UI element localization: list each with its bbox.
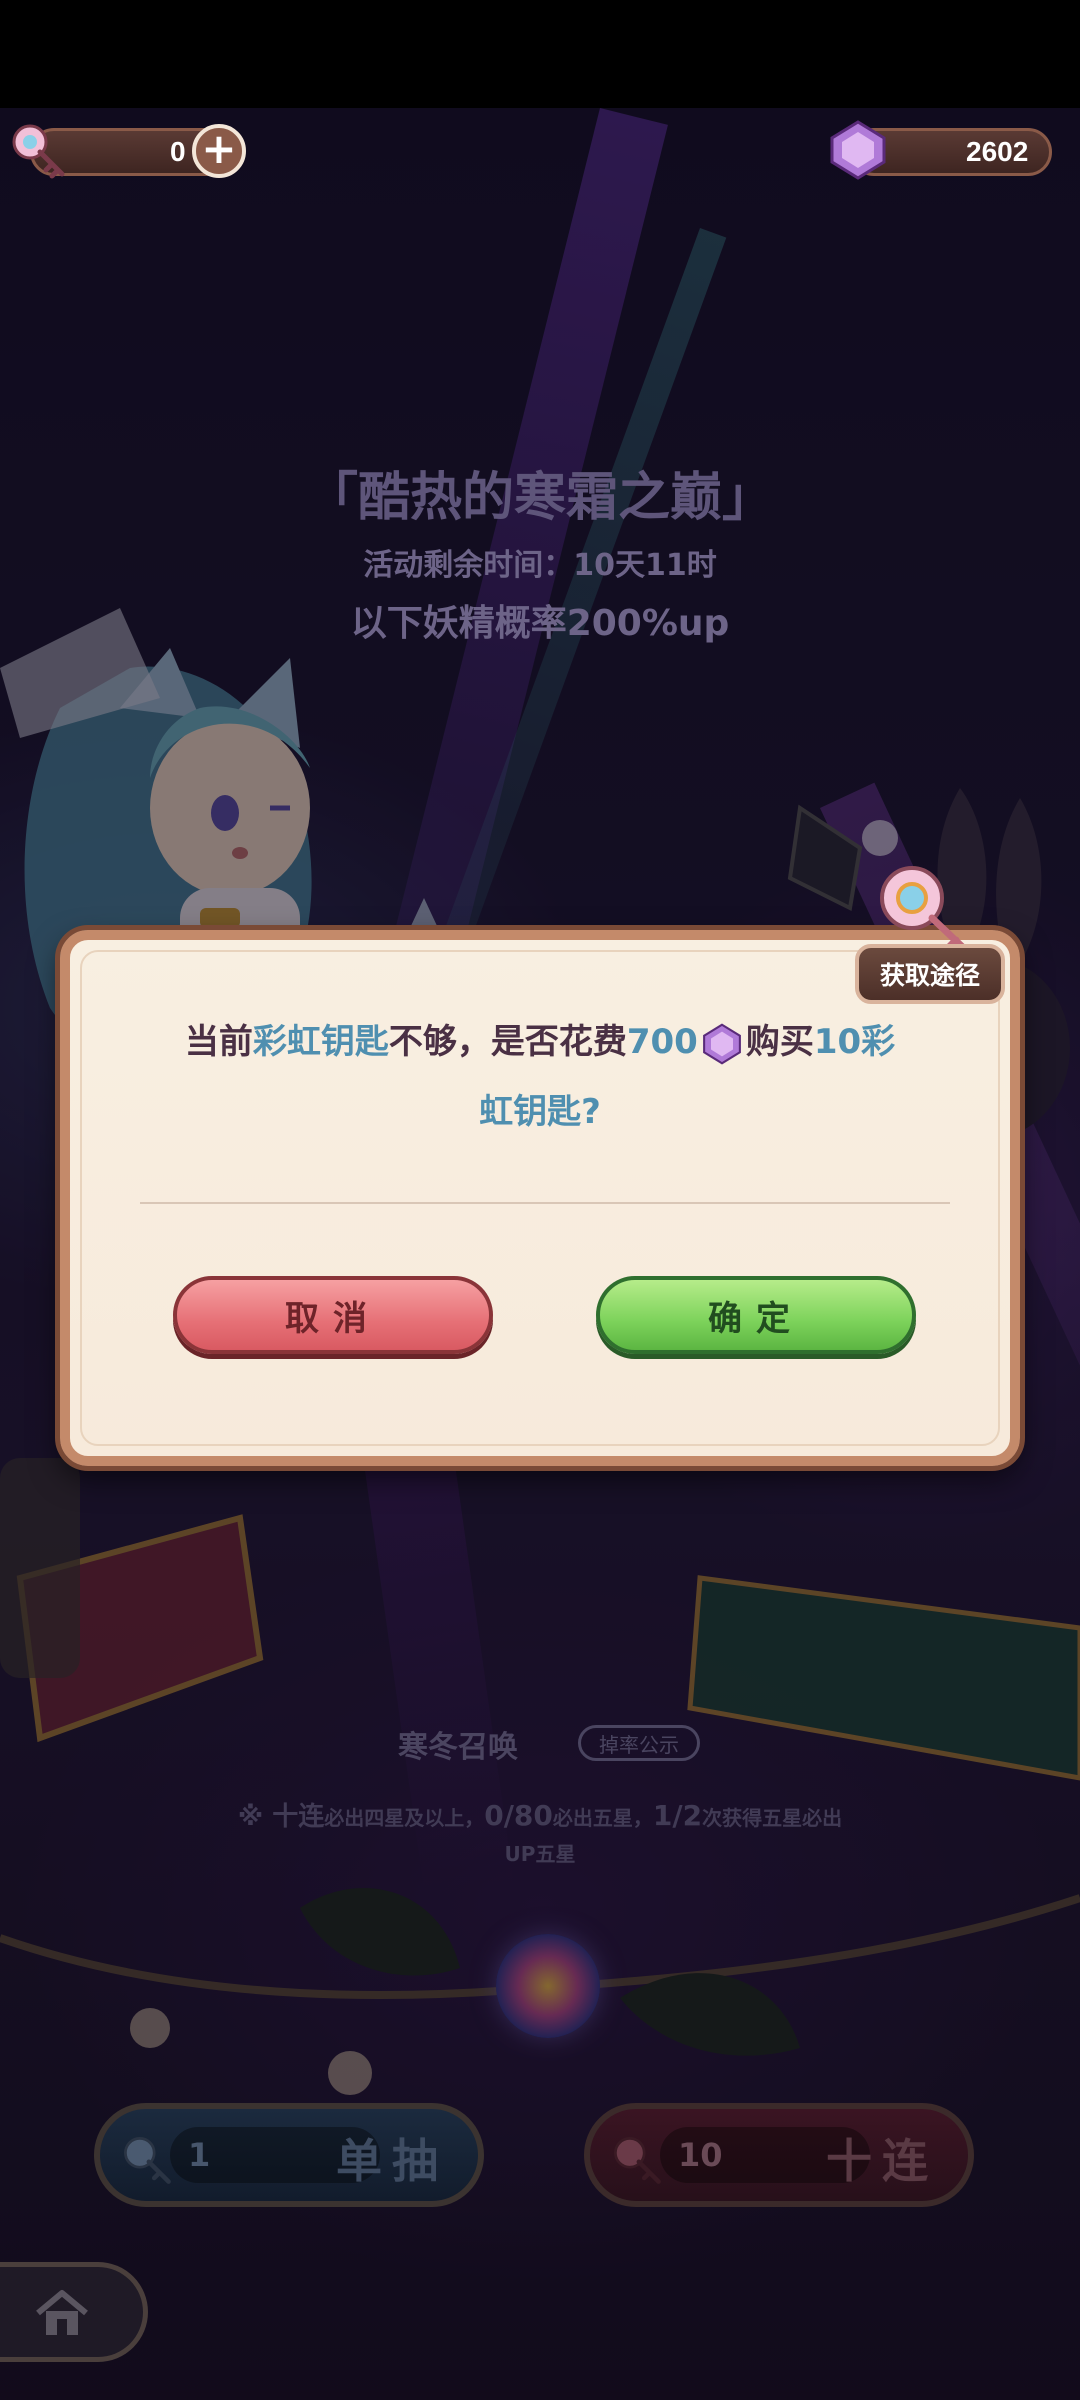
rainbow-key-count: 0	[170, 136, 186, 167]
message-text: 当前	[184, 1022, 253, 1062]
message-quantity: 10彩	[813, 1022, 896, 1062]
rainbow-key-icon	[614, 2137, 661, 2184]
event-title: 「酷热的寒霜之巅」	[305, 468, 774, 528]
rate-disclosure-button[interactable]: 掉率公示	[578, 1725, 700, 1761]
rainbow-key-icon	[124, 2137, 171, 2184]
gem-icon	[830, 120, 886, 180]
summon-rule-line2: UP五星	[504, 1842, 576, 1866]
event-time-remaining: 活动剩余时间：10天11时	[363, 548, 717, 583]
rule-pity-count: 0/80	[484, 1799, 553, 1832]
home-button[interactable]	[0, 2262, 148, 2362]
home-icon	[36, 2290, 88, 2335]
cancel-button[interactable]: 取消	[173, 1276, 493, 1354]
plus-icon: +	[201, 124, 237, 173]
single-draw-button[interactable]: 1 单抽	[94, 2103, 484, 2207]
books-decoration	[0, 1458, 1080, 1781]
message-cost: 700	[626, 1022, 698, 1062]
dialog-message: 当前彩虹钥匙不够，是否花费700 购买10彩	[130, 1012, 950, 1072]
status-bar	[0, 0, 1080, 108]
single-draw-label: 单抽	[336, 2134, 448, 2188]
ten-draw-button[interactable]: 10 十连	[584, 2103, 974, 2207]
rainbow-key-icon	[12, 124, 65, 179]
confirm-button[interactable]: 确定	[596, 1276, 916, 1354]
event-rate-up-text: 以下妖精概率200%up	[350, 603, 730, 644]
dialog-divider	[140, 1202, 950, 1204]
purchase-confirm-dialog: 当前彩虹钥匙不够，是否花费700 购买10彩 虹钥匙? 取消 确定	[60, 930, 1020, 1466]
summon-orb	[496, 1934, 600, 2038]
message-text: 购买	[745, 1022, 814, 1062]
summon-rule-line1: ※ 十连必出四星及以上，0/80必出五星，1/2次获得五星必出	[0, 1796, 1080, 1833]
gem-count: 2602	[966, 136, 1029, 167]
dialog-message-line2: 虹钥匙?	[130, 1082, 950, 1142]
message-key-name: 彩虹钥匙	[252, 1022, 389, 1062]
message-text: 不够，是否花费	[388, 1022, 627, 1062]
acquire-route-button[interactable]: 获取途径	[855, 944, 1005, 1004]
gem-icon	[702, 1023, 741, 1064]
rule-guarantee-count: 1/2	[652, 1799, 703, 1832]
rule-text: ※ 十连	[237, 1802, 325, 1832]
add-rainbow-key-button[interactable]: +	[192, 124, 246, 178]
summon-pool-name: 寒冬召唤	[398, 1730, 518, 1765]
rule-text: 必出四星及以上，	[324, 1806, 485, 1830]
ten-draw-label: 十连	[826, 2134, 938, 2188]
rule-text: 次获得五星必出	[702, 1806, 843, 1830]
rule-text: 必出五星，	[552, 1806, 653, 1830]
message-key-name-line2: 虹钥匙?	[479, 1092, 601, 1132]
